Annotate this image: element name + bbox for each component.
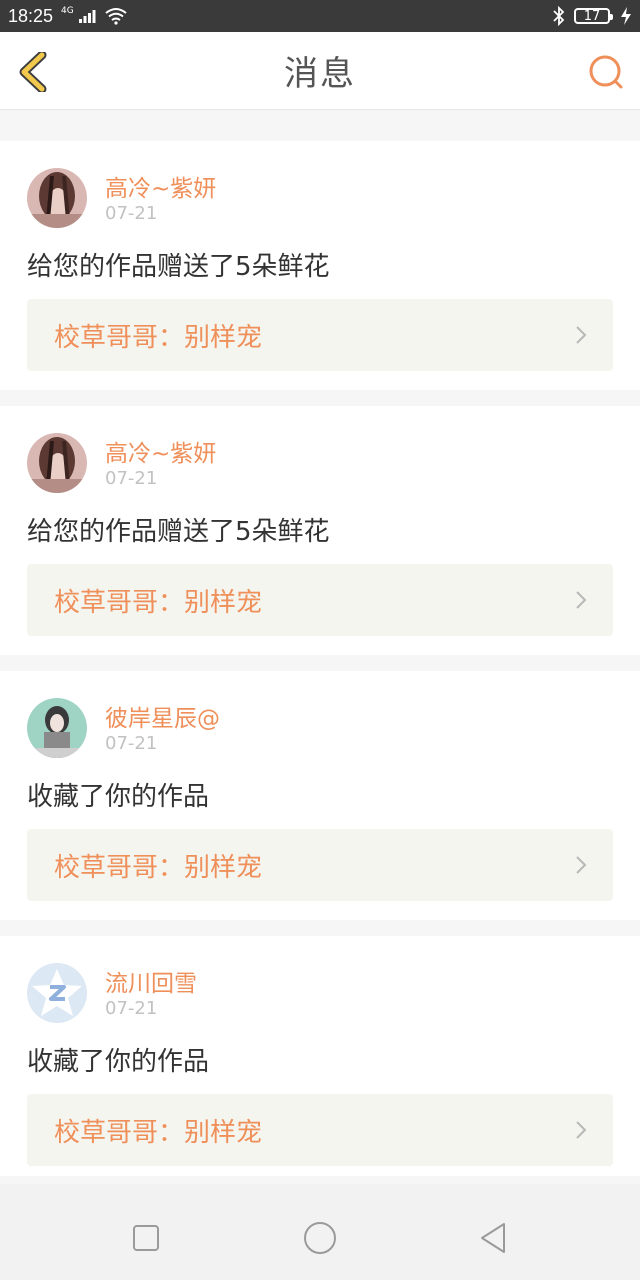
message-text: 收藏了你的作品: [27, 782, 210, 812]
wifi-icon: [105, 8, 127, 25]
chevron-right-icon: [576, 856, 587, 874]
message-card: 流川回雪 07-21 收藏了你的作品 校草哥哥：别样宠: [0, 936, 640, 1176]
charging-icon: [621, 7, 631, 25]
screen: 18:25 4G 17 消息 高冷~紫妍 07-21 给您的作品赠送了5朵鲜花 …: [0, 0, 640, 1280]
work-title: 校草哥哥：别样宠: [54, 587, 263, 618]
avatar[interactable]: [27, 698, 87, 758]
avatar[interactable]: [27, 168, 87, 228]
status-time: 18:25: [8, 5, 54, 26]
signal-icon: [78, 10, 96, 23]
message-text: 给您的作品赠送了5朵鲜花: [27, 517, 330, 547]
header: 消息: [0, 32, 640, 110]
message-date: 07-21: [105, 733, 158, 754]
sender-name[interactable]: 高冷~紫妍: [105, 169, 216, 203]
status-right: 17: [552, 6, 632, 26]
work-link[interactable]: 校草哥哥：别样宠: [27, 299, 613, 371]
network-type: 4G: [61, 6, 74, 16]
status-bar: 18:25 4G 17: [0, 0, 640, 32]
bluetooth-icon: [553, 6, 565, 26]
sender-name[interactable]: 流川回雪: [105, 964, 197, 998]
qq-avatar-icon[interactable]: [27, 963, 87, 1023]
battery-icon: 17: [574, 8, 613, 24]
work-link[interactable]: 校草哥哥：别样宠: [27, 1094, 613, 1166]
chevron-left-icon[interactable]: [16, 52, 52, 92]
status-left: 18:25 4G: [8, 6, 128, 27]
battery-level: 17: [583, 8, 601, 24]
work-title: 校草哥哥：别样宠: [54, 322, 263, 353]
work-title: 校草哥哥：别样宠: [54, 1117, 263, 1148]
message-card: 彼岸星辰@ 07-21 收藏了你的作品 校草哥哥：别样宠: [0, 671, 640, 920]
work-title: 校草哥哥：别样宠: [54, 852, 263, 883]
recent-apps-icon[interactable]: [128, 1220, 164, 1256]
chevron-right-icon: [576, 1121, 587, 1139]
search-icon[interactable]: [588, 54, 624, 90]
chevron-right-icon: [576, 591, 587, 609]
sender-name[interactable]: 高冷~紫妍: [105, 434, 216, 468]
home-icon[interactable]: [302, 1220, 338, 1256]
work-link[interactable]: 校草哥哥：别样宠: [27, 829, 613, 901]
chevron-right-icon: [576, 326, 587, 344]
back-triangle-icon[interactable]: [476, 1220, 512, 1256]
system-nav-bar: [0, 1184, 640, 1280]
avatar[interactable]: [27, 433, 87, 493]
message-date: 07-21: [105, 998, 158, 1019]
message-card: 高冷~紫妍 07-21 给您的作品赠送了5朵鲜花 校草哥哥：别样宠: [0, 406, 640, 655]
work-link[interactable]: 校草哥哥：别样宠: [27, 564, 613, 636]
message-date: 07-21: [105, 203, 158, 224]
message-list: 高冷~紫妍 07-21 给您的作品赠送了5朵鲜花 校草哥哥：别样宠 高冷~紫妍 …: [0, 125, 640, 1192]
message-text: 给您的作品赠送了5朵鲜花: [27, 252, 330, 282]
page-title: 消息: [284, 54, 356, 94]
sender-name[interactable]: 彼岸星辰@: [105, 699, 220, 733]
message-card: 高冷~紫妍 07-21 给您的作品赠送了5朵鲜花 校草哥哥：别样宠: [0, 141, 640, 390]
message-text: 收藏了你的作品: [27, 1047, 210, 1077]
message-date: 07-21: [105, 468, 158, 489]
